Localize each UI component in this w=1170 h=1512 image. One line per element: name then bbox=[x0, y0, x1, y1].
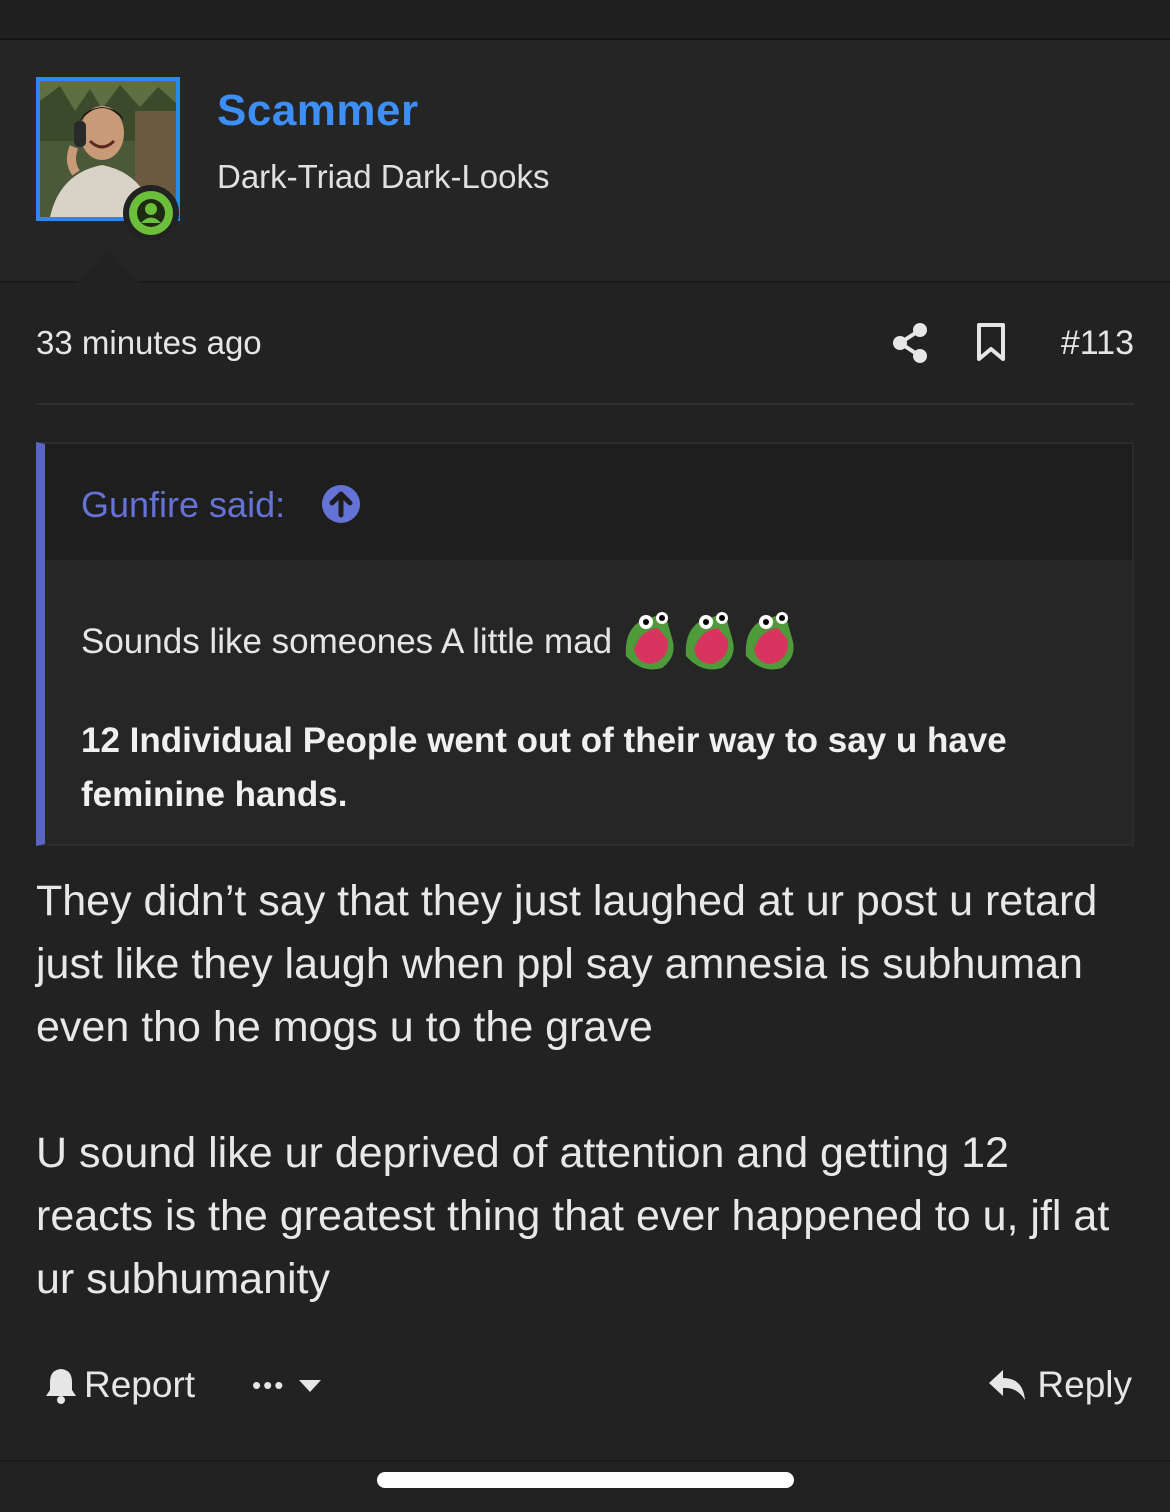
report-button[interactable]: Report bbox=[44, 1364, 195, 1406]
user-icon bbox=[129, 191, 173, 235]
home-indicator[interactable] bbox=[377, 1472, 794, 1488]
frog-laugh-emoji bbox=[685, 612, 734, 670]
frog-laugh-emoji-group bbox=[622, 610, 802, 674]
caret-down-icon bbox=[299, 1379, 322, 1392]
reply-button[interactable]: Reply bbox=[987, 1364, 1132, 1406]
online-status-badge bbox=[123, 185, 179, 241]
post-number-link[interactable]: #113 bbox=[1061, 324, 1134, 363]
reply-label: Reply bbox=[1037, 1364, 1132, 1405]
bell-icon bbox=[46, 1369, 76, 1404]
header-pointer bbox=[76, 249, 140, 283]
user-title: Dark-Triad Dark-Looks bbox=[217, 158, 550, 195]
user-header: Scammer Dark-Triad Dark-Looks bbox=[0, 40, 1170, 283]
quote-line: Sounds like someones A little mad bbox=[81, 622, 613, 661]
post-actions: Report ••• Reply bbox=[36, 1360, 1134, 1416]
quote-bold-text: 12 Individual People went out of their w… bbox=[81, 721, 1007, 814]
quote-text: Sounds like someones A little mad bbox=[81, 610, 802, 674]
quote-header: Gunfire said: bbox=[45, 444, 1132, 560]
username[interactable]: Scammer bbox=[217, 86, 419, 136]
share-icon[interactable] bbox=[891, 322, 929, 369]
reply-icon bbox=[989, 1370, 1026, 1400]
bookmark-icon[interactable] bbox=[976, 322, 1006, 367]
more-label: ••• bbox=[252, 1370, 286, 1400]
frog-laugh-emoji bbox=[745, 612, 794, 670]
quote-author[interactable]: Gunfire said: bbox=[81, 484, 285, 526]
divider bbox=[0, 1460, 1170, 1462]
report-label: Report bbox=[84, 1364, 196, 1405]
divider bbox=[36, 403, 1134, 405]
timestamp[interactable]: 33 minutes ago bbox=[36, 324, 262, 362]
post-paragraph: They didn’t say that they just laughed a… bbox=[36, 877, 1098, 1051]
post-paragraph: U sound like ur deprived of attention an… bbox=[36, 1129, 1110, 1303]
post-body: They didn’t say that they just laughed a… bbox=[36, 870, 1136, 1374]
quote-block: Gunfire said: Sounds like someones A lit… bbox=[36, 442, 1134, 846]
frog-laugh-emoji bbox=[625, 612, 674, 670]
post-meta: 33 minutes ago #113 bbox=[36, 320, 1134, 370]
more-options-button[interactable]: ••• bbox=[252, 1370, 323, 1401]
arrow-up-circle-icon[interactable] bbox=[321, 484, 361, 529]
top-bar bbox=[0, 0, 1170, 40]
